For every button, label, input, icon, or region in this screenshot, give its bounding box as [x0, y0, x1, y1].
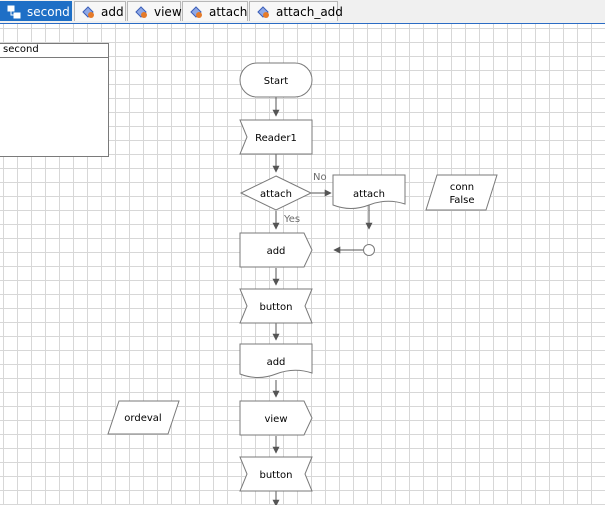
button-label: button	[260, 470, 293, 481]
tab-attach-add[interactable]: attach_add	[249, 1, 343, 21]
tab-view[interactable]: view	[127, 1, 182, 21]
view-label: view	[264, 414, 287, 425]
button-label: button	[260, 302, 293, 313]
tab-attach[interactable]: attach	[182, 1, 248, 21]
merge-connector[interactable]	[363, 244, 375, 256]
tab-label: add	[101, 4, 124, 19]
decision-no-label: No	[313, 172, 327, 183]
tab-label: second	[27, 4, 70, 19]
ordeval-label: ordeval	[124, 413, 161, 424]
flow-diagram-icon	[82, 5, 94, 18]
decision-label: attach	[260, 189, 292, 200]
flow-diagram-icon	[257, 5, 269, 18]
tab-label: attach_add	[276, 4, 343, 19]
diagram-canvas[interactable]: second Start Reader1 attach No Yes attac…	[0, 24, 605, 505]
add-label: add	[267, 246, 286, 257]
tab-second[interactable]: second	[0, 1, 72, 21]
conn-label-line2: False	[449, 195, 474, 206]
start-label: Start	[264, 76, 289, 87]
reader-label: Reader1	[255, 133, 297, 144]
tab-add[interactable]: add	[74, 1, 126, 21]
decision-yes-label: Yes	[283, 214, 300, 225]
tab-label: view	[154, 4, 182, 19]
flow-diagram-icon	[7, 5, 21, 18]
flow-diagram-icon	[135, 5, 147, 18]
conn-label-line1: conn	[450, 182, 474, 193]
tab-bar: second add view attach attach_add	[0, 0, 605, 24]
flowchart: Start Reader1 attach No Yes attach conn …	[107, 62, 498, 505]
attach-document-label: attach	[353, 189, 385, 200]
add-document-label: add	[267, 357, 286, 368]
flow-diagram-icon	[190, 5, 202, 18]
tab-label: attach	[209, 4, 248, 19]
